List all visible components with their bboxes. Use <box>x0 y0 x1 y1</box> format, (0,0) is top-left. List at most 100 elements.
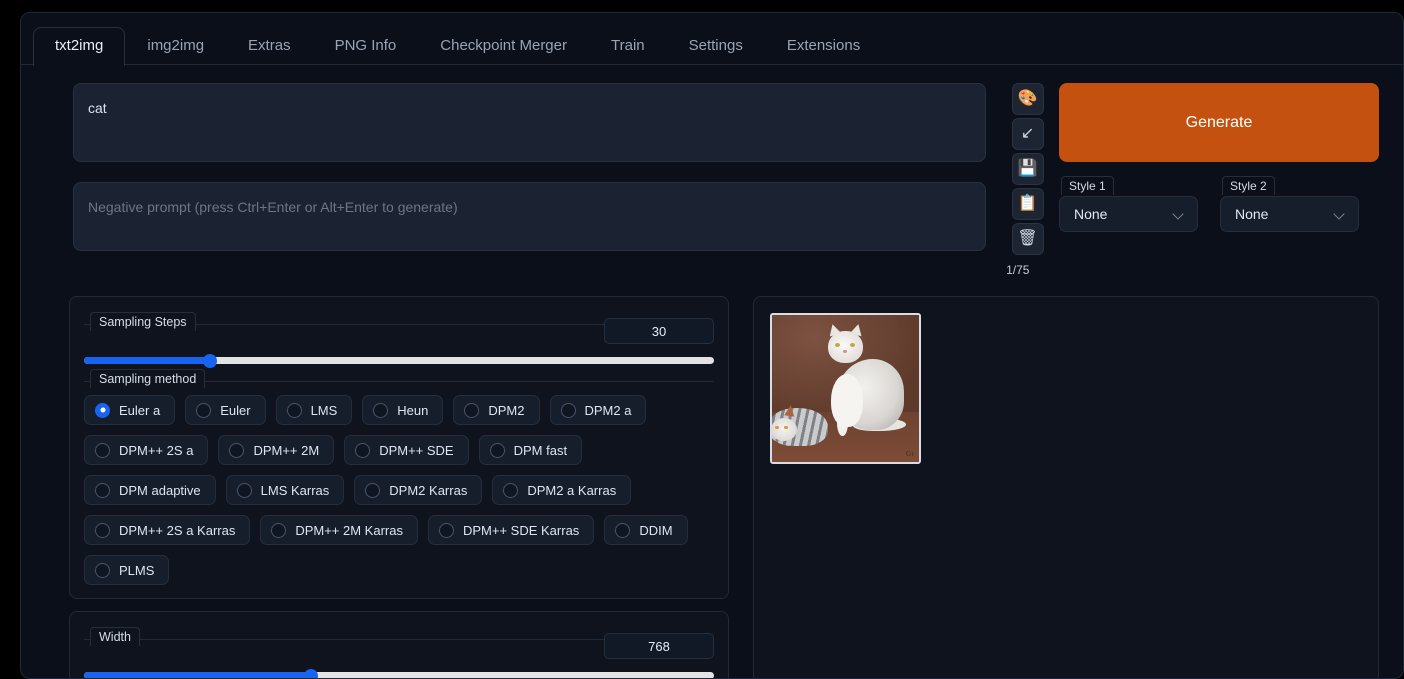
style-2-dropdown[interactable]: None <box>1220 196 1359 232</box>
sampler-option-label: LMS <box>310 402 338 418</box>
radio-icon <box>503 482 519 498</box>
floppy-disk-icon[interactable]: 💾 <box>1011 153 1044 185</box>
sampler-radio-list: Euler a Euler LMS Heun DPM2 DPM2 a DPM++ 2S a D… <box>84 395 714 585</box>
generated-image[interactable]: Gt <box>770 313 921 464</box>
radio-icon <box>355 442 371 458</box>
radio-icon <box>271 522 287 538</box>
style-1-group: Style 1 None <box>1059 176 1198 232</box>
tab-settings[interactable]: Settings <box>667 27 765 65</box>
style-1-dropdown[interactable]: None <box>1059 196 1198 232</box>
clipboard-icon[interactable]: 📋 <box>1011 188 1044 220</box>
radio-icon <box>95 442 110 458</box>
sampler-option-dpm2-a[interactable]: DPM2 a <box>549 395 647 425</box>
sampler-option-dpm-fast[interactable]: DPM fast <box>478 435 583 465</box>
sampling-steps-track[interactable] <box>84 353 714 368</box>
lower-area: Sampling Steps 30 Sampling method Euler … <box>21 296 1403 678</box>
results-panel: Gt <box>753 296 1379 678</box>
radio-icon <box>365 482 381 498</box>
radio-icon <box>438 522 454 538</box>
dimensions-panel: Width 768 Height 768 <box>69 611 729 678</box>
tab-png-info[interactable]: PNG Info <box>313 27 419 65</box>
width-fill <box>84 672 311 678</box>
width-value[interactable]: 768 <box>604 633 714 659</box>
sampler-option-ddim[interactable]: DDIM <box>604 515 688 545</box>
width-slider-block: Width 768 <box>84 626 714 678</box>
radio-icon <box>236 482 252 498</box>
style-1-value: None <box>1074 206 1108 222</box>
tab-label: txt2img <box>55 37 104 54</box>
sampler-option-label: DPM fast <box>513 442 568 458</box>
tab-label: Train <box>611 37 645 54</box>
sampler-option-dpm-adaptive[interactable]: DPM adaptive <box>84 475 216 505</box>
style-1-label: Style 1 <box>1061 176 1114 195</box>
sampling-steps-slider-block: Sampling Steps 30 <box>84 311 714 368</box>
negative-prompt-input[interactable] <box>73 182 987 251</box>
radio-icon <box>615 522 631 538</box>
sampler-option-euler[interactable]: Euler <box>185 395 266 425</box>
prompt-tool-column: 🎨 ↙ 💾 📋 🗑 1/75 <box>1004 83 1051 277</box>
sampler-option-dpmpp-2s-a-karras[interactable]: DPM++ 2S a Karras <box>84 515 251 545</box>
sampler-option-dpmpp-2s-a[interactable]: DPM++ 2S a <box>84 435 209 465</box>
sampler-option-label: DPM adaptive <box>119 482 201 498</box>
sampler-option-label: DPM++ 2M Karras <box>295 522 403 538</box>
tab-label: PNG Info <box>334 37 397 54</box>
tab-extensions[interactable]: Extensions <box>765 27 882 65</box>
sampler-option-dpm2-karras[interactable]: DPM2 Karras <box>354 475 483 505</box>
sampler-option-label: DPM++ SDE <box>379 442 454 458</box>
second-cat-ear <box>784 404 796 417</box>
palette-icon[interactable]: 🎨 <box>1011 83 1044 115</box>
sampling-steps-thumb[interactable] <box>203 353 217 368</box>
radio-icon <box>95 522 110 538</box>
main-tab-bar: txt2img img2img Extras PNG Info Checkpoi… <box>21 13 1403 66</box>
generate-button[interactable]: Generate <box>1059 83 1379 162</box>
sampling-steps-value[interactable]: 30 <box>604 318 714 344</box>
sampling-steps-label: Sampling Steps <box>90 312 196 331</box>
tab-label: Checkpoint Merger <box>440 37 567 54</box>
tab-checkpoint-merger[interactable]: Checkpoint Merger <box>418 27 589 65</box>
radio-icon <box>196 402 212 418</box>
sampler-option-dpm2[interactable]: DPM2 <box>453 395 540 425</box>
sampler-option-dpmpp-2m[interactable]: DPM++ 2M <box>218 435 335 465</box>
tab-img2img[interactable]: img2img <box>125 27 226 65</box>
prompt-input[interactable] <box>73 83 987 162</box>
radio-icon <box>560 402 576 418</box>
sampler-option-label: Euler <box>220 402 251 418</box>
sampler-option-lms-karras[interactable]: LMS Karras <box>225 475 345 505</box>
sampler-option-label: DPM++ 2S a <box>119 442 194 458</box>
sampler-option-label: PLMS <box>119 562 155 578</box>
sampler-option-heun[interactable]: Heun <box>362 395 444 425</box>
sampler-option-label: DPM++ 2S a Karras <box>119 522 236 538</box>
tab-label: img2img <box>147 37 205 54</box>
sampler-option-dpmpp-sde[interactable]: DPM++ SDE <box>344 435 469 465</box>
sampler-option-euler-a[interactable]: Euler a <box>84 395 176 425</box>
sampler-option-lms[interactable]: LMS <box>275 395 353 425</box>
generate-column: Generate Style 1 None Style 2 None <box>1059 83 1379 232</box>
arrow-down-left-glyph: ↙ <box>1020 125 1035 142</box>
sampler-option-plms[interactable]: PLMS <box>84 555 170 585</box>
trash-icon[interactable]: 🗑 <box>1011 223 1044 255</box>
tab-extras[interactable]: Extras <box>226 27 313 65</box>
token-counter: 1/75 <box>1006 263 1030 277</box>
radio-icon <box>464 402 480 418</box>
radio-icon <box>373 402 389 418</box>
webui-window: txt2img img2img Extras PNG Info Checkpoi… <box>20 12 1404 679</box>
width-track[interactable] <box>84 668 714 678</box>
sampler-option-dpmpp-2m-karras[interactable]: DPM++ 2M Karras <box>260 515 418 545</box>
cat-head <box>827 331 864 364</box>
styles-row: Style 1 None Style 2 None <box>1059 176 1379 232</box>
tab-txt2img[interactable]: txt2img <box>33 27 126 66</box>
sampler-option-label: Heun <box>397 402 429 418</box>
sampler-option-dpm2-a-karras[interactable]: DPM2 a Karras <box>492 475 632 505</box>
tab-label: Settings <box>688 37 743 54</box>
prompt-row: 🎨 ↙ 💾 📋 🗑 1/75 Generate Style 1 None <box>21 65 1403 277</box>
tab-label: Extensions <box>786 37 861 54</box>
tab-label: Extras <box>248 37 291 54</box>
arrow-down-left-icon[interactable]: ↙ <box>1011 118 1044 150</box>
cat-chest <box>830 373 864 427</box>
radio-icon <box>489 442 505 458</box>
sampler-option-label: Euler a <box>119 402 161 418</box>
image-signature: Gt <box>906 450 914 458</box>
sampler-option-dpmpp-sde-karras[interactable]: DPM++ SDE Karras <box>427 515 595 545</box>
width-thumb[interactable] <box>303 668 318 678</box>
tab-train[interactable]: Train <box>589 27 667 65</box>
